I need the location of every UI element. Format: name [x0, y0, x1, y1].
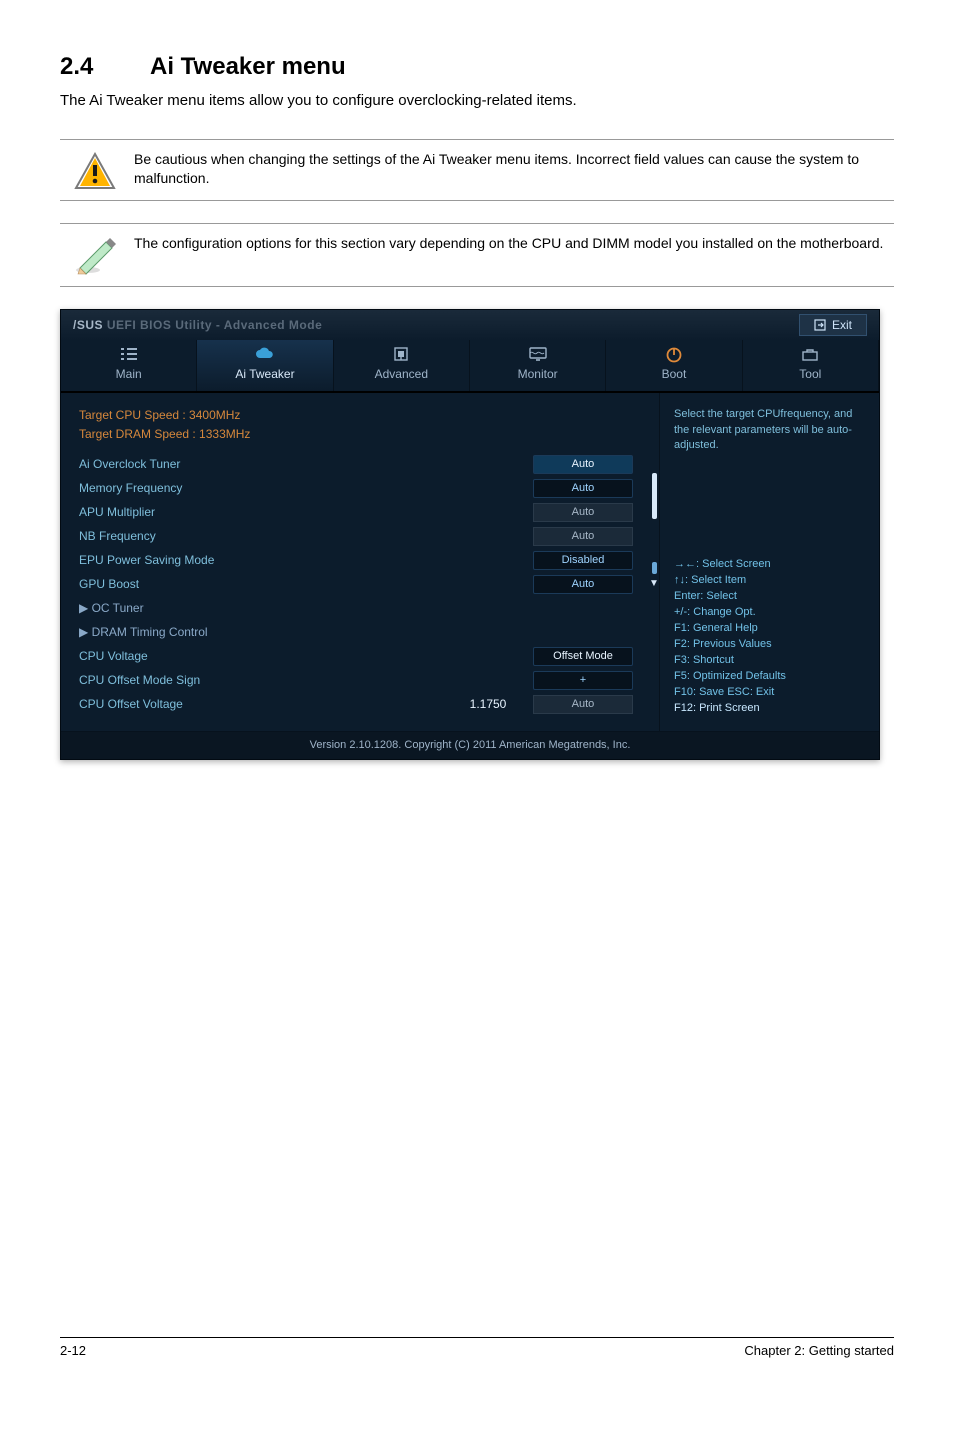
setting-oc-tuner[interactable]: ▶ OC Tuner	[79, 597, 643, 621]
exit-label: Exit	[832, 317, 852, 334]
section-heading: 2.4Ai Tweaker menu	[60, 50, 894, 84]
info-text: The configuration options for this secti…	[130, 234, 894, 254]
setting-epu-mode[interactable]: EPU Power Saving Mode Disabled	[79, 549, 643, 573]
info-note: The configuration options for this secti…	[60, 223, 894, 287]
setting-dram-timing[interactable]: ▶ DRAM Timing Control	[79, 621, 643, 645]
toolbox-icon	[800, 346, 820, 364]
tab-monitor[interactable]: Monitor	[470, 340, 606, 391]
tab-tweaker-label: Ai Tweaker	[235, 367, 294, 381]
setting-value: Auto	[533, 479, 633, 498]
brand-logo: /SUS	[73, 318, 103, 332]
bios-brand: /SUS UEFI BIOS Utility - Advanced Mode	[73, 317, 322, 334]
setting-numeric: 1.1750	[453, 696, 523, 713]
bios-help-panel: Select the target CPUfrequency, and the …	[659, 393, 879, 731]
warning-icon	[60, 150, 130, 190]
scroll-marker	[652, 562, 657, 574]
power-icon	[665, 346, 683, 364]
tab-tool-label: Tool	[799, 367, 821, 381]
setting-value: Offset Mode	[533, 647, 633, 666]
setting-label: ▶ DRAM Timing Control	[79, 624, 523, 641]
monitor-icon	[528, 346, 548, 364]
bios-settings-panel: Target CPU Speed : 3400MHz Target DRAM S…	[61, 393, 649, 731]
setting-apu-multiplier[interactable]: APU Multiplier Auto	[79, 501, 643, 525]
tab-monitor-label: Monitor	[518, 367, 558, 381]
tab-advanced-label: Advanced	[375, 367, 428, 381]
section-title: Ai Tweaker menu	[150, 53, 346, 80]
tab-tool[interactable]: Tool	[743, 340, 879, 391]
pencil-icon	[60, 234, 130, 276]
setting-value: Auto	[533, 695, 633, 714]
scroll-thumb[interactable]	[652, 473, 657, 519]
setting-label: CPU Offset Mode Sign	[79, 672, 523, 689]
setting-label: CPU Voltage	[79, 648, 523, 665]
help-key-line: F10: Save ESC: Exit	[674, 685, 865, 701]
setting-label: NB Frequency	[79, 528, 523, 545]
warning-note: Be cautious when changing the settings o…	[60, 139, 894, 201]
bios-titlebar: /SUS UEFI BIOS Utility - Advanced Mode E…	[61, 310, 879, 341]
setting-label: APU Multiplier	[79, 504, 523, 521]
tab-advanced[interactable]: Advanced	[334, 340, 470, 391]
list-icon	[119, 346, 139, 364]
help-key-line: F1: General Help	[674, 621, 865, 637]
chapter-label: Chapter 2: Getting started	[744, 1342, 894, 1360]
help-key-line: F5: Optimized Defaults	[674, 669, 865, 685]
tab-boot-label: Boot	[662, 367, 687, 381]
tab-ai-tweaker[interactable]: Ai Tweaker	[197, 340, 333, 391]
warning-text: Be cautious when changing the settings o…	[130, 150, 894, 189]
setting-value: Disabled	[533, 551, 633, 570]
setting-label: GPU Boost	[79, 576, 523, 593]
bios-screenshot: /SUS UEFI BIOS Utility - Advanced Mode E…	[60, 309, 880, 761]
bios-footer: Version 2.10.1208. Copyright (C) 2011 Am…	[61, 731, 879, 759]
help-key-line: F2: Previous Values	[674, 637, 865, 653]
scroll-down-icon[interactable]: ▼	[649, 577, 659, 591]
cloud-icon	[254, 346, 276, 364]
setting-label: ▶ OC Tuner	[79, 600, 523, 617]
setting-offset-voltage[interactable]: CPU Offset Voltage 1.1750 Auto	[79, 693, 643, 717]
section-intro: The Ai Tweaker menu items allow you to c…	[60, 90, 894, 111]
help-key-line: ↑↓: Select Item	[674, 573, 865, 589]
tab-main-label: Main	[116, 367, 142, 381]
setting-label: EPU Power Saving Mode	[79, 552, 523, 569]
setting-gpu-boost[interactable]: GPU Boost Auto	[79, 573, 643, 597]
target-dram-speed: Target DRAM Speed : 1333MHz	[79, 426, 643, 443]
setting-cpu-voltage[interactable]: CPU Voltage Offset Mode	[79, 645, 643, 669]
setting-label: Ai Overclock Tuner	[79, 456, 523, 473]
exit-button[interactable]: Exit	[799, 314, 867, 337]
setting-overclock-tuner[interactable]: Ai Overclock Tuner Auto	[79, 453, 643, 477]
setting-label: CPU Offset Voltage	[79, 696, 453, 713]
setting-value: +	[533, 671, 633, 690]
help-key-line: →←: Select Screen	[674, 557, 865, 573]
setting-value: Auto	[533, 527, 633, 546]
target-cpu-speed: Target CPU Speed : 3400MHz	[79, 407, 643, 424]
help-key-line: F12: Print Screen	[674, 701, 865, 717]
scrollbar[interactable]: ▼	[649, 393, 659, 731]
setting-value: Auto	[533, 503, 633, 522]
brand-mode: UEFI BIOS Utility - Advanced Mode	[103, 318, 322, 332]
setting-value: Auto	[533, 575, 633, 594]
section-number: 2.4	[60, 50, 150, 84]
setting-memory-frequency[interactable]: Memory Frequency Auto	[79, 477, 643, 501]
setting-offset-sign[interactable]: CPU Offset Mode Sign +	[79, 669, 643, 693]
page-number: 2-12	[60, 1342, 86, 1360]
setting-value: Auto	[533, 455, 633, 474]
exit-icon	[814, 319, 826, 331]
page-footer: 2-12 Chapter 2: Getting started	[60, 1337, 894, 1360]
help-key-line: F3: Shortcut	[674, 653, 865, 669]
setting-nb-frequency[interactable]: NB Frequency Auto	[79, 525, 643, 549]
tab-main[interactable]: Main	[61, 340, 197, 391]
setting-label: Memory Frequency	[79, 480, 523, 497]
chip-icon	[391, 346, 411, 364]
bios-tabs: Main Ai Tweaker Advanced Monitor Boot To…	[61, 340, 879, 393]
tab-boot[interactable]: Boot	[606, 340, 742, 391]
help-key-line: +/-: Change Opt.	[674, 605, 865, 621]
help-key-line: Enter: Select	[674, 589, 865, 605]
help-description: Select the target CPUfrequency, and the …	[674, 407, 865, 477]
help-keys: →←: Select Screen ↑↓: Select Item Enter:…	[674, 557, 865, 716]
